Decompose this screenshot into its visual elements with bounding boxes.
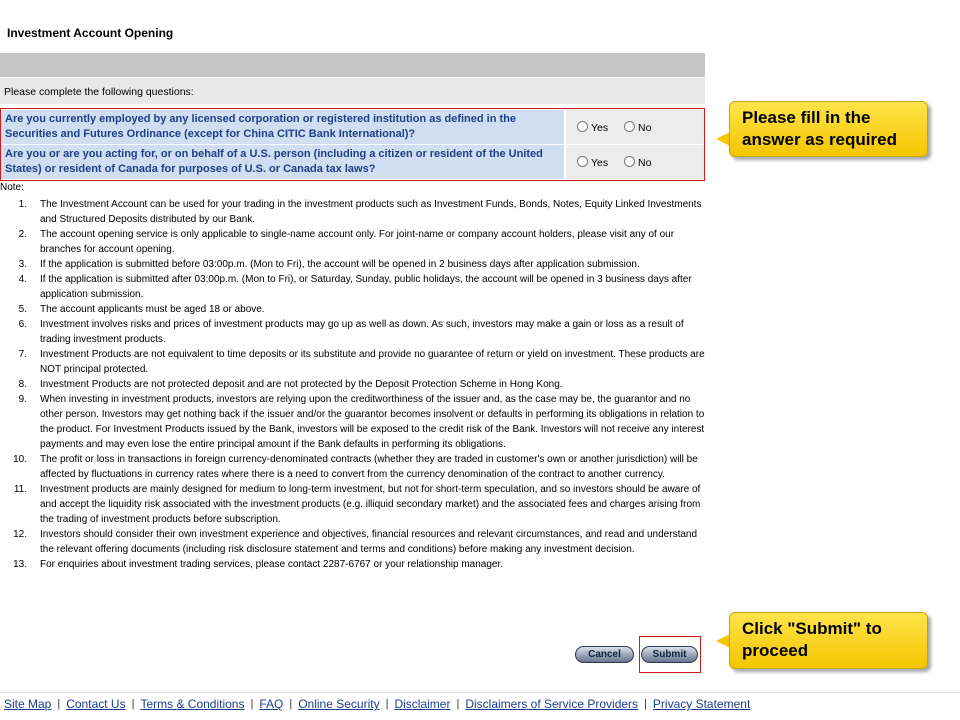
footer-link-privacy-statement[interactable]: Privacy Statement [653,697,750,711]
footer-separator: | [385,698,389,710]
radio-circle[interactable] [577,155,588,167]
note-number: 5. [18,304,27,315]
note-text: Investment Products are not protected de… [40,379,563,390]
note-item: 7. Investment Products are not equivalent… [0,347,705,377]
radio-no-label: No [638,157,652,169]
footer-separator: | [456,698,460,710]
footer-links: Site Map | Contact Us | Terms & Conditions | F… [4,697,750,711]
note-text: The profit or loss in transactions in fo… [40,454,698,480]
note-text: When investing in investment products, i… [40,394,705,450]
footer-separator: | [644,698,647,710]
notes-list: 1. The Investment Account can be used for… [0,197,705,572]
note-number: 6. [18,319,27,330]
question-row: Are you or are you acting for, or on beh… [1,145,704,179]
note-label: Note: [0,182,24,193]
note-item: 3. If the application is submitted before… [0,257,705,272]
footer-separator: | [250,698,254,710]
footer-link-terms-conditions[interactable]: Terms & Conditions [140,697,244,711]
callout-pointer [716,634,730,648]
note-item: 11. Investment products are mainly design… [0,482,705,527]
note-text: Investment involves risks and prices of … [40,319,684,345]
note-text: The Investment Account can be used for y… [40,199,702,225]
note-item: 1. The Investment Account can be used for… [0,197,705,227]
question-text: Are you currently employed by any licens… [1,110,564,144]
header-band [0,53,705,77]
radio-circle[interactable] [577,120,588,132]
radio-no-label: No [638,122,652,134]
note-number: 1. [18,199,27,210]
note-text: If the application is submitted before 0… [40,259,640,270]
footer-link-site-map[interactable]: Site Map [4,697,51,711]
footer-link-disclaimer[interactable]: Disclaimer [394,697,450,711]
note-number: 11. [13,484,27,495]
callout-pointer [716,132,730,146]
radio-yes[interactable]: Yes [577,155,609,169]
note-number: 3. [18,259,27,270]
submit-button[interactable]: Submit [641,646,698,663]
answer-cell: Yes No [566,145,704,179]
radio-yes-label: Yes [591,122,609,134]
note-item: 2. The account opening service is only ap… [0,227,705,257]
questions-table: Are you currently employed by any licens… [0,108,705,181]
note-item: 6. Investment involves risks and prices o… [0,317,705,347]
note-number: 12. [13,529,27,540]
footer-separator: | [131,698,135,710]
note-item: 9. When investing in investment products,… [0,392,705,452]
footer-link-online-security[interactable]: Online Security [298,697,379,711]
footer-separator: | [57,698,61,710]
note-number: 9. [18,394,27,405]
note-number: 2. [18,229,27,240]
note-number: 13. [13,559,27,570]
question-text: Are you or are you acting for, or on beh… [1,145,564,179]
note-text: Investors should consider their own inve… [40,529,698,555]
radio-no[interactable]: No [624,155,652,169]
footer-separator: | [289,698,293,710]
note-number: 4. [18,274,27,285]
note-text: Investment products are mainly designed … [40,484,701,525]
footer-divider [0,692,960,693]
callout-submit: Click "Submit" to proceed [729,612,928,669]
radio-circle[interactable] [624,120,635,132]
note-number: 8. [18,379,27,390]
footer-link-faq[interactable]: FAQ [259,697,283,711]
instructions-text: Please complete the following questions: [0,78,705,104]
note-item: 8. Investment Products are not protected … [0,377,705,392]
note-text: For enquiries about investment trading s… [40,559,504,570]
note-item: 13. For enquiries about investment tradin… [0,557,705,572]
footer-link-disclaimers-of-service-providers[interactable]: Disclaimers of Service Providers [465,697,638,711]
radio-yes-label: Yes [591,157,609,169]
note-text: The account applicants must be aged 18 o… [40,304,265,315]
question-row: Are you currently employed by any licens… [1,110,704,144]
note-text: Investment Products are not equivalent t… [40,349,705,375]
radio-circle[interactable] [624,155,635,167]
note-item: 10. The profit or loss in transactions in… [0,452,705,482]
note-item: 5. The account applicants must be aged 18… [0,302,705,317]
note-text: If the application is submitted after 03… [40,274,692,300]
cancel-button[interactable]: Cancel [575,646,634,663]
page-title: Investment Account Opening [7,26,174,40]
footer-link-contact-us[interactable]: Contact Us [66,697,125,711]
note-text: The account opening service is only appl… [40,229,675,255]
note-item: 4. If the application is submitted after … [0,272,705,302]
note-number: 10. [13,454,27,465]
callout-fill-answer: Please fill in the answer as required [729,101,928,157]
note-item: 12. Investors should consider their own i… [0,527,705,557]
answer-cell: Yes No [566,110,704,144]
note-number: 7. [18,349,27,360]
radio-no[interactable]: No [624,120,652,134]
radio-yes[interactable]: Yes [577,120,609,134]
